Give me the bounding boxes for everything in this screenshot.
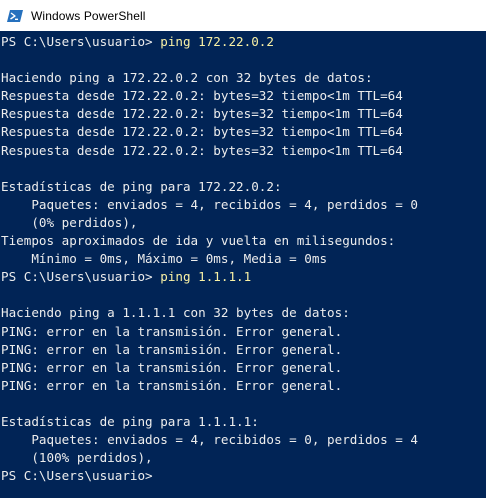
console-line: (100% perdidos),	[1, 449, 486, 467]
output-text: PING: error en la transmisión. Error gen…	[1, 323, 343, 339]
console-line: PING: error en la transmisión. Error gen…	[1, 377, 486, 395]
output-text: Paquetes: enviados = 4, recibidos = 4, p…	[1, 196, 419, 212]
output-text: Haciendo ping a 1.1.1.1 con 32 bytes de …	[1, 305, 350, 321]
console-line: Tiempos aproximados de ida y vuelta en m…	[1, 232, 486, 250]
console-line: Mínimo = 0ms, Máximo = 0ms, Media = 0ms	[1, 250, 486, 268]
output-text: Respuesta desde 172.22.0.2: bytes=32 tie…	[1, 124, 403, 140]
prompt-text: PS C:\Users\usuario>	[1, 269, 161, 285]
output-text: Estadísticas de ping para 172.22.0.2:	[1, 178, 282, 194]
powershell-icon	[7, 8, 23, 24]
powershell-window: Windows PowerShell PS C:\Users\usuario> …	[0, 0, 486, 498]
output-text: Haciendo ping a 172.22.0.2 con 32 bytes …	[1, 70, 373, 86]
console-line: Respuesta desde 172.22.0.2: bytes=32 tie…	[1, 87, 486, 105]
console-line: Paquetes: enviados = 4, recibidos = 4, p…	[1, 196, 486, 214]
console-output[interactable]: PS C:\Users\usuario> ping 172.22.0.2 Haci…	[0, 31, 486, 498]
output-text: PING: error en la transmisión. Error gen…	[1, 341, 343, 357]
title-bar[interactable]: Windows PowerShell	[0, 0, 486, 31]
command-text: ping 172.22.0.2	[160, 34, 274, 49]
window-title: Windows PowerShell	[31, 8, 146, 23]
output-text: Paquetes: enviados = 4, recibidos = 0, p…	[1, 432, 419, 448]
output-text: Respuesta desde 172.22.0.2: bytes=32 tie…	[1, 88, 403, 104]
console-line: PING: error en la transmisión. Error gen…	[1, 359, 486, 377]
output-text: PS C:\Users\usuario>	[1, 468, 153, 484]
console-line: PING: error en la transmisión. Error gen…	[1, 341, 486, 359]
output-text: Mínimo = 0ms, Máximo = 0ms, Media = 0ms	[1, 251, 328, 267]
console-line: PS C:\Users\usuario>	[1, 467, 486, 485]
console-line: Estadísticas de ping para 172.22.0.2:	[1, 178, 486, 196]
output-text: Respuesta desde 172.22.0.2: bytes=32 tie…	[1, 142, 403, 158]
console-line: Haciendo ping a 172.22.0.2 con 32 bytes …	[1, 69, 486, 87]
output-text: Tiempos aproximados de ida y vuelta en m…	[1, 233, 396, 249]
output-text: (100% perdidos),	[1, 450, 153, 466]
output-text: PING: error en la transmisión. Error gen…	[1, 359, 343, 375]
console-line: Estadísticas de ping para 1.1.1.1:	[1, 413, 486, 431]
console-line: Paquetes: enviados = 4, recibidos = 0, p…	[1, 431, 486, 449]
console-line: Respuesta desde 172.22.0.2: bytes=32 tie…	[1, 142, 486, 160]
output-text: Estadísticas de ping para 1.1.1.1:	[1, 413, 259, 429]
output-text: (0% perdidos),	[1, 214, 138, 230]
console-line: PING: error en la transmisión. Error gen…	[1, 323, 486, 341]
command-text: ping 1.1.1.1	[160, 269, 252, 285]
console-line: Haciendo ping a 1.1.1.1 con 32 bytes de …	[1, 304, 486, 322]
console-line: (0% perdidos),	[1, 214, 486, 232]
output-text: Respuesta desde 172.22.0.2: bytes=32 tie…	[1, 106, 403, 122]
prompt-text: PS C:\Users\usuario>	[1, 34, 161, 49]
console-line: PS C:\Users\usuario> ping 172.22.0.2	[1, 33, 486, 51]
console-line: PS C:\Users\usuario> ping 1.1.1.1	[1, 268, 486, 286]
console-line: Respuesta desde 172.22.0.2: bytes=32 tie…	[1, 105, 486, 123]
console-line: Respuesta desde 172.22.0.2: bytes=32 tie…	[1, 123, 486, 141]
output-text: PING: error en la transmisión. Error gen…	[1, 377, 343, 393]
